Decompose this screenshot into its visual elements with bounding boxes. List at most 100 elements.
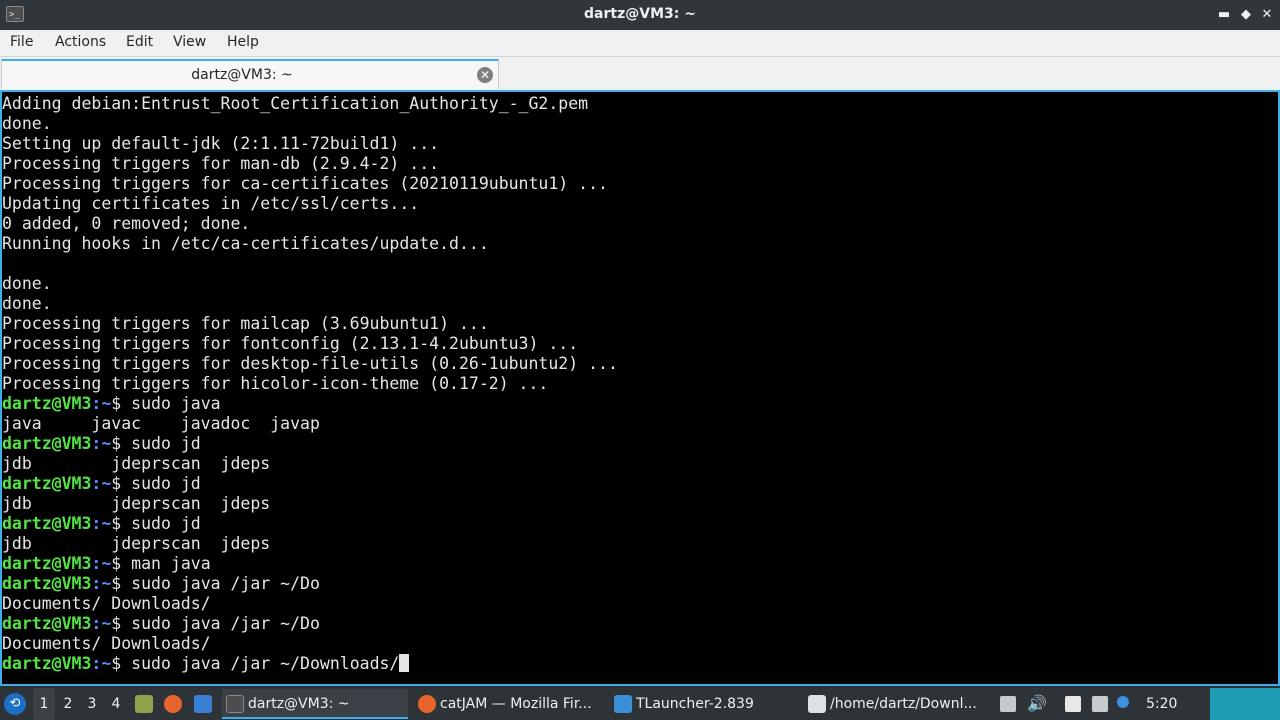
terminal-output-line: Processing triggers for man-db (2.9.4-2)…: [2, 154, 440, 173]
prompt-path: :~: [91, 474, 112, 493]
folder-icon: [614, 695, 632, 713]
workspace-2[interactable]: 2: [57, 688, 79, 720]
network-tray-icon[interactable]: [1092, 696, 1108, 712]
terminal-output-line: Setting up default-jdk (2:1.11-72build1)…: [2, 134, 440, 153]
prompt-symbol: $: [111, 434, 132, 453]
prompt-user-host: dartz@VM3: [2, 574, 92, 593]
prompt-path: :~: [91, 654, 112, 673]
command-text: sudo jd: [131, 474, 201, 493]
terminal-view[interactable]: Adding debian:Entrust_Root_Certification…: [0, 90, 1280, 686]
volume-icon[interactable]: 🔊: [1027, 688, 1047, 720]
prompt-symbol: $: [111, 574, 132, 593]
terminal-command-line: dartz@VM3:~$ sudo jd: [2, 514, 1278, 534]
workspace-4[interactable]: 4: [105, 688, 127, 720]
menu-actions[interactable]: Actions: [55, 34, 106, 50]
task-label: TLauncher-2.839: [636, 696, 754, 712]
close-button[interactable]: ✕: [1257, 4, 1277, 26]
editor-icon: [808, 695, 826, 713]
notes-tray-icon[interactable]: [1065, 696, 1081, 712]
menu-file[interactable]: File: [10, 34, 33, 50]
file-manager-icon[interactable]: [135, 695, 153, 713]
prompt-user-host: dartz@VM3: [2, 554, 92, 573]
terminal-output-line: jdb jdeprscan jdeps: [2, 454, 271, 473]
workspace-3[interactable]: 3: [81, 688, 103, 720]
menu-edit[interactable]: Edit: [126, 34, 153, 50]
prompt-symbol: $: [111, 394, 132, 413]
terminal-output-line: Processing triggers for hicolor-icon-the…: [2, 374, 549, 393]
terminal-command-line: dartz@VM3:~$ sudo java /jar ~/Do: [2, 614, 1278, 634]
terminal-command-line: dartz@VM3:~$ sudo java: [2, 394, 1278, 414]
command-text: sudo java: [131, 394, 221, 413]
prompt-symbol: $: [111, 614, 132, 633]
terminal-output: Adding debian:Entrust_Root_Certification…: [2, 94, 1278, 674]
terminal-command-line: dartz@VM3:~$ sudo jd: [2, 474, 1278, 494]
task-firefox[interactable]: catJAM — Mozilla Fir...: [414, 689, 604, 719]
menu-bar: File Actions Edit View Help: [0, 30, 1280, 57]
task-label: dartz@VM3: ~: [248, 696, 350, 712]
terminal-output-line: Processing triggers for desktop-file-uti…: [2, 354, 618, 373]
taskbar: ⟲ 1 2 3 4 dartz@VM3: ~ catJAM — Mozilla …: [0, 688, 1280, 720]
prompt-user-host: dartz@VM3: [2, 614, 92, 633]
terminal-output-line: Processing triggers for ca-certificates …: [2, 174, 608, 193]
firefox-launcher-icon[interactable]: [164, 695, 182, 713]
command-text: sudo java /jar ~/Downloads/: [131, 654, 400, 673]
terminal-output-line: 0 added, 0 removed; done.: [2, 214, 251, 233]
prompt-path: :~: [91, 394, 112, 413]
terminal-output-line: java javac javadoc javap: [2, 414, 320, 433]
show-desktop-launcher-icon[interactable]: [194, 695, 212, 713]
command-text: man java: [131, 554, 211, 573]
tab-bar: dartz@VM3: ~ ✕: [0, 57, 1280, 90]
terminal-command-line: dartz@VM3:~$ man java: [2, 554, 1278, 574]
task-label: catJAM — Mozilla Fir...: [440, 696, 592, 712]
update-notifier-icon[interactable]: [1117, 696, 1129, 708]
tab-close-icon[interactable]: ✕: [477, 67, 493, 83]
terminal-tab[interactable]: dartz@VM3: ~ ✕: [1, 59, 499, 89]
prompt-symbol: $: [111, 554, 132, 573]
workspace-1[interactable]: 1: [33, 688, 55, 720]
terminal-output-line: Documents/ Downloads/: [2, 594, 211, 613]
terminal-output-line: Processing triggers for fontconfig (2.13…: [2, 334, 579, 353]
terminal-output-line: jdb jdeprscan jdeps: [2, 494, 271, 513]
prompt-symbol: $: [111, 474, 132, 493]
terminal-output-line: Adding debian:Entrust_Root_Certification…: [2, 94, 589, 113]
show-desktop-button[interactable]: [1210, 688, 1280, 720]
menu-help[interactable]: Help: [227, 34, 259, 50]
prompt-user-host: dartz@VM3: [2, 514, 92, 533]
menu-view[interactable]: View: [173, 34, 206, 50]
prompt-path: :~: [91, 434, 112, 453]
prompt-symbol: $: [111, 514, 132, 533]
prompt-user-host: dartz@VM3: [2, 394, 92, 413]
terminal-output-line: Processing triggers for mailcap (3.69ubu…: [2, 314, 489, 333]
clipboard-tray-icon[interactable]: [1000, 696, 1016, 712]
window-title: dartz@VM3: ~: [584, 6, 696, 22]
application-launcher-icon[interactable]: ⟲: [4, 693, 26, 715]
prompt-symbol: $: [111, 654, 132, 673]
task-label: /home/dartz/Downl...: [830, 696, 977, 712]
terminal-output-line: done.: [2, 114, 52, 133]
terminal-icon: [226, 695, 244, 713]
prompt-path: :~: [91, 574, 112, 593]
command-text: sudo java /jar ~/Do: [131, 614, 320, 633]
tab-label: dartz@VM3: ~: [191, 67, 293, 83]
prompt-user-host: dartz@VM3: [2, 434, 92, 453]
maximize-button[interactable]: ◆: [1236, 4, 1256, 26]
terminal-command-line: dartz@VM3:~$ sudo java /jar ~/Downloads/: [2, 654, 1278, 674]
command-text: sudo jd: [131, 434, 201, 453]
prompt-path: :~: [91, 514, 112, 533]
clock[interactable]: 5:20: [1146, 688, 1177, 720]
prompt-path: :~: [91, 554, 112, 573]
command-text: sudo jd: [131, 514, 201, 533]
task-terminal[interactable]: dartz@VM3: ~: [222, 689, 408, 719]
terminal-output-line: done.: [2, 274, 52, 293]
task-folder[interactable]: TLauncher-2.839: [610, 689, 798, 719]
task-editor[interactable]: /home/dartz/Downl...: [804, 689, 990, 719]
prompt-path: :~: [91, 614, 112, 633]
prompt-user-host: dartz@VM3: [2, 474, 92, 493]
window-titlebar[interactable]: >_ dartz@VM3: ~ ▬ ◆ ✕: [0, 0, 1280, 30]
terminal-output-line: done.: [2, 294, 52, 313]
firefox-icon: [418, 695, 436, 713]
prompt-user-host: dartz@VM3: [2, 654, 92, 673]
minimize-button[interactable]: ▬: [1214, 4, 1234, 26]
terminal-output-line: Updating certificates in /etc/ssl/certs.…: [2, 194, 420, 213]
